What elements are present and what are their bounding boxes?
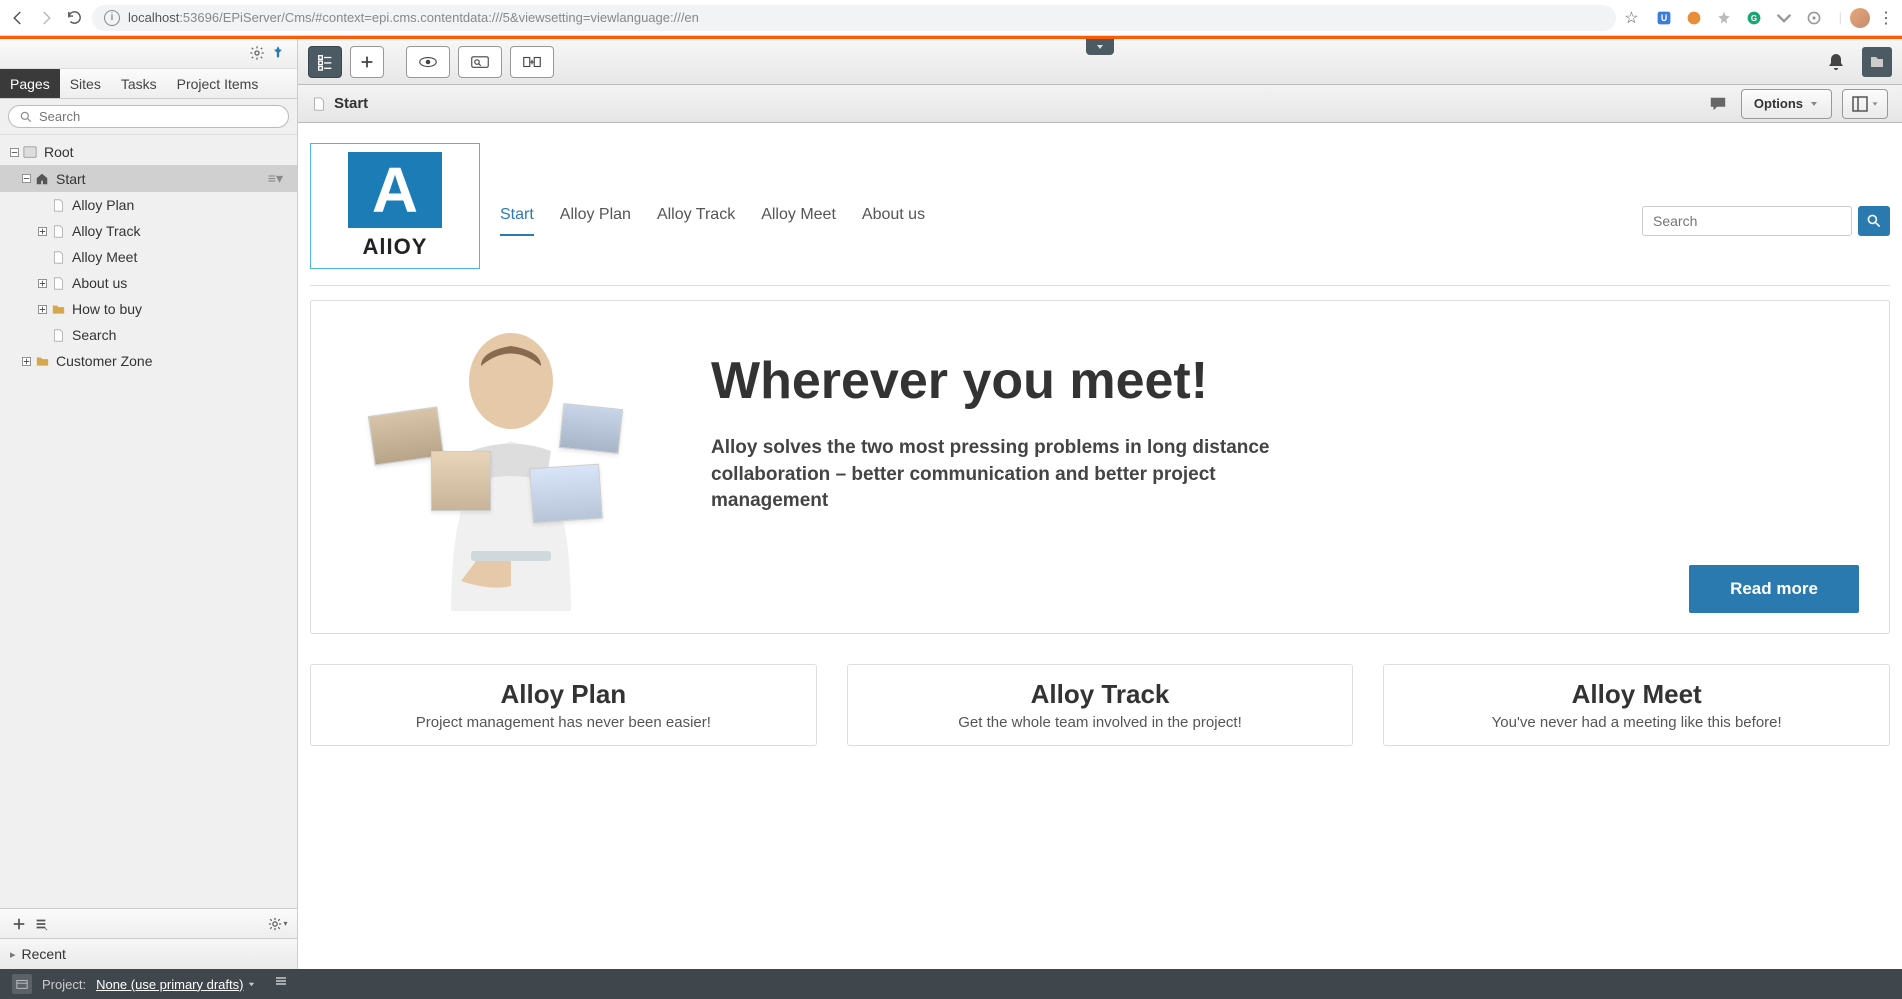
options-button[interactable]: Options: [1741, 89, 1832, 119]
profile-avatar[interactable]: [1850, 8, 1870, 28]
site-logo[interactable]: A AlIOY: [310, 143, 480, 269]
project-icon[interactable]: [12, 974, 32, 994]
ext-icon-6[interactable]: [1805, 9, 1823, 27]
view-mode-button[interactable]: [1842, 89, 1888, 119]
tab-pages[interactable]: Pages: [0, 69, 60, 98]
tab-project-items[interactable]: Project Items: [167, 69, 269, 98]
compare-button[interactable]: [458, 46, 502, 78]
hero-card-3: [559, 403, 623, 454]
add-page-button[interactable]: [8, 913, 30, 935]
ext-icon-1[interactable]: U: [1655, 9, 1673, 27]
preview-frame: A AlIOY Start Alloy Plan Alloy Track All…: [298, 123, 1902, 969]
pin-panel-icon[interactable]: [271, 45, 289, 63]
promo-cards-row: Alloy Plan Project management has never …: [310, 664, 1890, 746]
page-icon: [312, 97, 326, 111]
site-search-input[interactable]: [1642, 206, 1852, 236]
main-content-area: Start Options A: [298, 39, 1902, 969]
bookmark-star-icon[interactable]: ☆: [1624, 8, 1638, 28]
tab-tasks[interactable]: Tasks: [111, 69, 167, 98]
toggle-tree-button[interactable]: [308, 46, 342, 78]
promo-card-track[interactable]: Alloy Track Get the whole team involved …: [847, 664, 1354, 746]
new-content-button[interactable]: [350, 46, 384, 78]
project-menu-icon[interactable]: [274, 974, 294, 994]
hero-card-2: [431, 451, 491, 511]
read-more-button[interactable]: Read more: [1689, 565, 1859, 613]
tree-item[interactable]: About us: [0, 270, 297, 296]
back-button[interactable]: [8, 8, 28, 28]
tree-root[interactable]: Root: [0, 139, 297, 165]
nav-meet[interactable]: Alloy Meet: [761, 206, 836, 236]
hero-block[interactable]: Wherever you meet! Alloy solves the two …: [310, 300, 1890, 634]
tree-settings-button[interactable]: ▾: [267, 913, 289, 935]
site-header: A AlIOY Start Alloy Plan Alloy Track All…: [310, 143, 1890, 285]
tree-start[interactable]: Start ≡▾: [0, 165, 297, 192]
list-button[interactable]: [30, 913, 52, 935]
site-search-button[interactable]: [1858, 206, 1890, 236]
top-flap-toggle[interactable]: [1086, 39, 1114, 55]
assets-panel-toggle[interactable]: [1862, 47, 1892, 77]
address-bar[interactable]: i localhost:53696/EPiServer/Cms/#context…: [92, 5, 1616, 31]
ext-icon-4[interactable]: G: [1745, 9, 1763, 27]
svg-text:U: U: [1660, 13, 1666, 23]
svg-text:G: G: [1750, 14, 1756, 23]
search-icon: [19, 110, 33, 124]
preview-button[interactable]: [406, 46, 450, 78]
hero-image: [341, 321, 681, 611]
panel-settings-icon[interactable]: [249, 45, 267, 63]
url-text: localhost:53696/EPiServer/Cms/#context=e…: [128, 10, 699, 25]
project-label: Project:: [42, 977, 86, 992]
ext-icon-5[interactable]: [1775, 9, 1793, 27]
tree-search-box[interactable]: [8, 105, 289, 128]
info-icon: i: [104, 10, 120, 26]
hero-subtitle: Alloy solves the two most pressing probl…: [711, 435, 1311, 515]
breadcrumb-bar: Start Options: [298, 85, 1902, 123]
panel-tabs: Pages Sites Tasks Project Items: [0, 69, 297, 99]
nav-about[interactable]: About us: [862, 206, 925, 236]
promo-card-plan[interactable]: Alloy Plan Project management has never …: [310, 664, 817, 746]
tree-context-menu-icon[interactable]: ≡▾: [268, 170, 289, 187]
hero-title: Wherever you meet!: [711, 351, 1859, 411]
ext-icon-2[interactable]: [1685, 9, 1703, 27]
project-selector[interactable]: None (use primary drafts): [96, 977, 256, 992]
promo-card-meet[interactable]: Alloy Meet You've never had a meeting li…: [1383, 664, 1890, 746]
chevron-right-icon: ▸: [10, 948, 16, 961]
tree-start-label: Start: [56, 171, 86, 187]
tree-item[interactable]: Alloy Track: [0, 218, 297, 244]
browser-toolbar: i localhost:53696/EPiServer/Cms/#context…: [0, 0, 1902, 36]
notifications-icon[interactable]: [1826, 52, 1846, 72]
site-search: [1642, 176, 1890, 236]
site-nav: Start Alloy Plan Alloy Track Alloy Meet …: [500, 176, 1622, 236]
tree-search-input[interactable]: [39, 109, 278, 124]
tree-item[interactable]: Alloy Meet: [0, 244, 297, 270]
tree-bottom-toolbar: ▾: [0, 909, 297, 939]
add-block-button[interactable]: [510, 46, 554, 78]
tree-item[interactable]: How to buy: [0, 296, 297, 322]
recent-bar[interactable]: ▸ Recent: [0, 939, 297, 969]
nav-plan[interactable]: Alloy Plan: [560, 206, 631, 236]
menu-dots-icon[interactable]: ⋮: [1878, 8, 1894, 28]
extension-icons: U G: [1647, 9, 1831, 27]
nav-track[interactable]: Alloy Track: [657, 206, 735, 236]
nav-start[interactable]: Start: [500, 206, 534, 236]
tree-item[interactable]: Search: [0, 322, 297, 348]
navigation-panel: Pages Sites Tasks Project Items Root: [0, 39, 298, 969]
ext-icon-3[interactable]: [1715, 9, 1733, 27]
page-tree: Root Start ≡▾ Alloy Plan Alloy Track: [0, 135, 297, 908]
reload-button[interactable]: [64, 8, 84, 28]
tab-sites[interactable]: Sites: [60, 69, 111, 98]
project-bar: Project: None (use primary drafts): [0, 969, 1902, 999]
tree-item[interactable]: Alloy Plan: [0, 192, 297, 218]
tree-customer-zone[interactable]: Customer Zone: [0, 348, 297, 374]
forward-button[interactable]: [36, 8, 56, 28]
comments-icon[interactable]: [1705, 91, 1731, 117]
hero-card-4: [529, 464, 603, 524]
tree-root-label: Root: [44, 144, 74, 160]
breadcrumb-title: Start: [334, 95, 368, 112]
